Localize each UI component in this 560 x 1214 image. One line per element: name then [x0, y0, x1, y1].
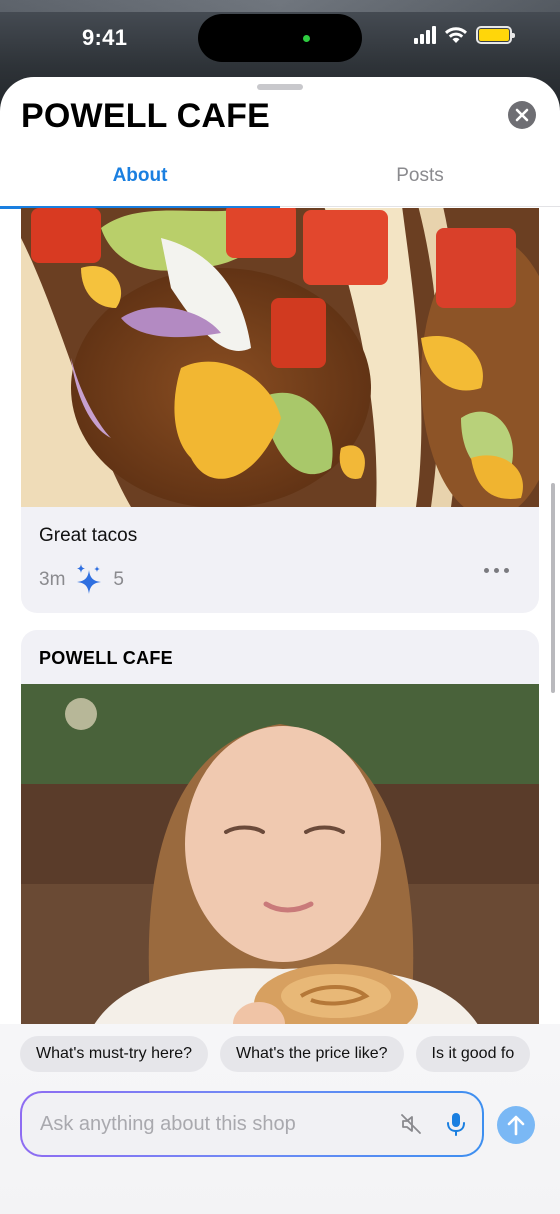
status-bar: 9:41 — [0, 0, 560, 76]
ask-input[interactable] — [40, 1093, 370, 1155]
mic-icon[interactable] — [445, 1111, 467, 1137]
cellular-signal-icon — [414, 26, 436, 44]
more-options-button[interactable] — [484, 568, 509, 573]
page-title: POWELL CAFE — [21, 97, 271, 135]
wifi-icon — [445, 27, 467, 43]
sparkle-count: 5 — [113, 569, 124, 590]
arrow-up-icon — [507, 1115, 525, 1136]
tab-bar: About Posts — [0, 155, 560, 209]
scrollbar[interactable] — [551, 483, 555, 693]
shop-sheet: POWELL CAFE About Posts Great tacos 3m 5… — [0, 77, 560, 1214]
ask-panel: What's must-try here? What's the price l… — [0, 1024, 560, 1214]
post-photo-tacos[interactable] — [21, 208, 539, 507]
tab-about[interactable]: About — [0, 155, 280, 209]
close-button[interactable] — [508, 101, 536, 129]
post-card[interactable]: POWELL CAFE — [21, 630, 539, 1024]
more-icon — [484, 568, 489, 573]
close-icon — [515, 108, 529, 122]
sheet-grabber[interactable] — [257, 84, 303, 90]
status-icons — [414, 26, 515, 44]
status-time: 9:41 — [82, 25, 128, 50]
suggestion-chip[interactable]: Is it good fo — [415, 1036, 531, 1072]
dynamic-island — [198, 14, 362, 62]
post-meta: 3m 5 — [39, 564, 124, 596]
suggestion-chip[interactable]: What's the price like? — [219, 1036, 404, 1072]
post-author: POWELL CAFE — [39, 648, 173, 668]
sparkle-icon[interactable] — [75, 564, 103, 596]
suggestion-chips: What's must-try here? What's the price l… — [20, 1036, 531, 1072]
posts-feed[interactable]: Great tacos 3m 5 POWELL CAFE — [0, 208, 560, 1024]
post-age: 3m — [39, 569, 66, 590]
ask-field-border — [20, 1091, 484, 1157]
battery-icon — [476, 26, 515, 44]
post-caption: Great tacos — [39, 525, 138, 546]
suggestion-chip[interactable]: What's must-try here? — [20, 1036, 208, 1072]
post-card[interactable]: Great tacos 3m 5 — [21, 208, 539, 613]
send-button[interactable] — [497, 1106, 535, 1144]
tab-posts[interactable]: Posts — [280, 155, 560, 206]
mute-icon[interactable] — [400, 1113, 422, 1135]
post-photo-girl[interactable] — [21, 684, 539, 1024]
